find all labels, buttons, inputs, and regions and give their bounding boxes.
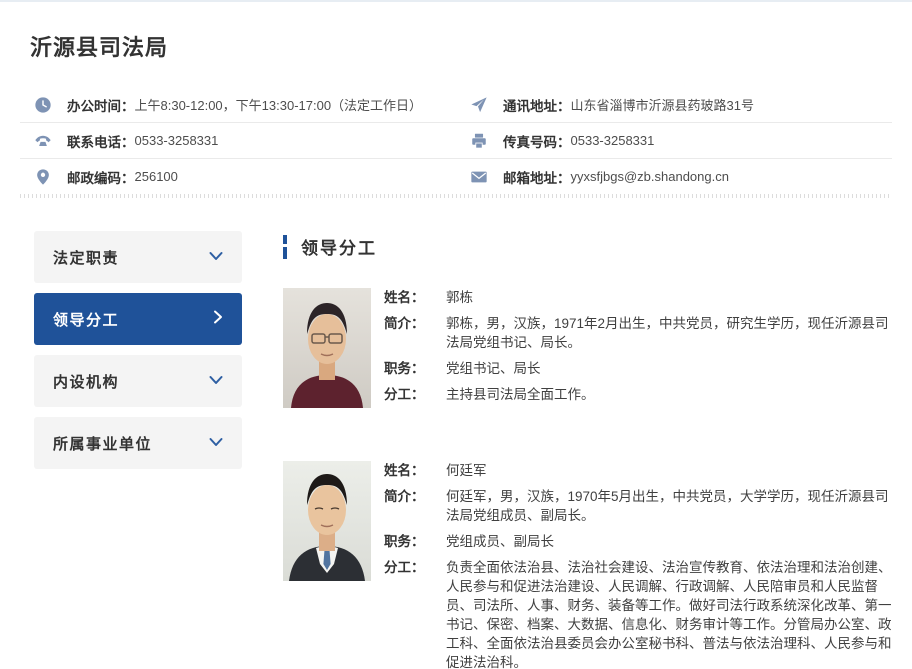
sidebar-item-internal-orgs[interactable]: 内设机构 <box>34 355 242 407</box>
sidebar-item-legal-duties[interactable]: 法定职责 <box>34 231 242 283</box>
dashed-divider <box>20 194 892 198</box>
portrait-leader-2 <box>283 461 371 581</box>
page-title: 沂源县司法局 <box>30 30 912 62</box>
section-heading-text: 领导分工 <box>301 234 377 259</box>
field-value: 何廷军 <box>446 461 894 480</box>
leader-card: 姓名： 郭栋 简介： 郭栋，男，汉族，1971年2月出生，中共党员，研究生学历，… <box>283 288 894 411</box>
sidebar-item-label: 所属事业单位 <box>53 433 152 454</box>
location-pin-icon <box>34 168 52 186</box>
contact-value: 0533-3258331 <box>571 133 655 148</box>
sidebar-item-label: 领导分工 <box>53 309 119 330</box>
contact-value: 256100 <box>135 169 178 184</box>
contact-cell-fax: 传真号码： 0533-3258331 <box>456 123 892 158</box>
contact-row: 邮政编码： 256100 邮箱地址： yyxsfjbgs@zb.shandong… <box>20 159 892 194</box>
portrait-leader-1 <box>283 288 371 408</box>
heading-marker <box>283 235 287 259</box>
field-duty: 分工： 主持县司法局全面工作。 <box>384 385 894 404</box>
field-title: 职务： 党组书记、局长 <box>384 359 894 378</box>
main-panel: 领导分工 <box>283 231 894 669</box>
chevron-down-icon <box>209 372 223 390</box>
sidebar-item-label: 内设机构 <box>53 371 119 392</box>
leader-photo <box>283 461 371 581</box>
content-area: 法定职责 领导分工 内设机构 所属事业单位 <box>34 231 894 669</box>
field-name: 姓名： 何廷军 <box>384 461 894 480</box>
fax-icon <box>470 132 488 150</box>
contact-label: 传真号码： <box>503 131 571 151</box>
field-value: 负责全面依法治县、法治社会建设、法治宣传教育、依法治理和法治创建、人民参与和促进… <box>446 558 894 669</box>
page: 沂源县司法局 办公时间： 上午8:30-12:00，下午13:30-17:00（… <box>0 0 912 669</box>
mail-envelope-icon <box>470 168 488 186</box>
field-label: 分工： <box>384 385 446 404</box>
leader-photo <box>283 288 371 408</box>
field-label: 姓名： <box>384 461 446 480</box>
field-value: 何廷军，男，汉族，1970年5月出生，中共党员，大学学历，现任沂源县司法局党组成… <box>446 487 894 525</box>
field-value: 郭栋，男，汉族，1971年2月出生，中共党员，研究生学历，现任沂源县司法局党组书… <box>446 314 894 352</box>
contact-cell-office-hours: 办公时间： 上午8:30-12:00，下午13:30-17:00（法定工作日） <box>20 87 456 122</box>
chevron-down-icon <box>209 434 223 452</box>
contact-value: 上午8:30-12:00，下午13:30-17:00（法定工作日） <box>135 95 423 114</box>
contact-cell-phone: 联系电话： 0533-3258331 <box>20 123 456 158</box>
sidebar-item-leadership-division[interactable]: 领导分工 <box>34 293 242 345</box>
contact-cell-email: 邮箱地址： yyxsfjbgs@zb.shandong.cn <box>456 159 892 194</box>
clock-icon <box>34 96 52 114</box>
sidebar-item-label: 法定职责 <box>53 247 119 268</box>
contact-label: 邮政编码： <box>67 167 135 187</box>
field-label: 简介： <box>384 314 446 352</box>
section-heading: 领导分工 <box>283 234 894 259</box>
chevron-right-icon <box>213 310 223 329</box>
send-icon <box>470 96 488 114</box>
field-label: 分工： <box>384 558 446 669</box>
sidebar-item-affiliated-units[interactable]: 所属事业单位 <box>34 417 242 469</box>
field-label: 简介： <box>384 487 446 525</box>
field-label: 姓名： <box>384 288 446 307</box>
contact-value: 山东省淄博市沂源县药玻路31号 <box>571 95 754 114</box>
leader-card: 姓名： 何廷军 简介： 何廷军，男，汉族，1970年5月出生，中共党员，大学学历… <box>283 461 894 669</box>
contact-label: 邮箱地址： <box>503 167 571 187</box>
contact-row: 联系电话： 0533-3258331 传真号码： 0533-3258331 <box>20 123 892 159</box>
field-value: 郭栋 <box>446 288 894 307</box>
field-bio: 简介： 郭栋，男，汉族，1971年2月出生，中共党员，研究生学历，现任沂源县司法… <box>384 314 894 352</box>
field-value: 主持县司法局全面工作。 <box>446 385 894 404</box>
field-bio: 简介： 何廷军，男，汉族，1970年5月出生，中共党员，大学学历，现任沂源县司法… <box>384 487 894 525</box>
contact-label: 通讯地址： <box>503 95 571 115</box>
contact-row: 办公时间： 上午8:30-12:00，下午13:30-17:00（法定工作日） … <box>20 87 892 123</box>
field-label: 职务： <box>384 359 446 378</box>
contact-value: 0533-3258331 <box>135 133 219 148</box>
field-duty: 分工： 负责全面依法治县、法治社会建设、法治宣传教育、依法治理和法治创建、人民参… <box>384 558 894 669</box>
leader-fields: 姓名： 何廷军 简介： 何廷军，男，汉族，1970年5月出生，中共党员，大学学历… <box>384 461 894 669</box>
contact-cell-address: 通讯地址： 山东省淄博市沂源县药玻路31号 <box>456 87 892 122</box>
field-value: 党组书记、局长 <box>446 359 894 378</box>
phone-icon <box>34 132 52 150</box>
contact-cell-postcode: 邮政编码： 256100 <box>20 159 456 194</box>
sidebar-nav: 法定职责 领导分工 内设机构 所属事业单位 <box>34 231 242 669</box>
contact-info-panel: 办公时间： 上午8:30-12:00，下午13:30-17:00（法定工作日） … <box>20 87 892 194</box>
leader-fields: 姓名： 郭栋 简介： 郭栋，男，汉族，1971年2月出生，中共党员，研究生学历，… <box>384 288 894 411</box>
contact-label: 办公时间： <box>67 95 135 115</box>
contact-label: 联系电话： <box>67 131 135 151</box>
field-title: 职务： 党组成员、副局长 <box>384 532 894 551</box>
field-value: 党组成员、副局长 <box>446 532 894 551</box>
field-name: 姓名： 郭栋 <box>384 288 894 307</box>
contact-value: yyxsfjbgs@zb.shandong.cn <box>571 169 729 184</box>
field-label: 职务： <box>384 532 446 551</box>
chevron-down-icon <box>209 248 223 266</box>
